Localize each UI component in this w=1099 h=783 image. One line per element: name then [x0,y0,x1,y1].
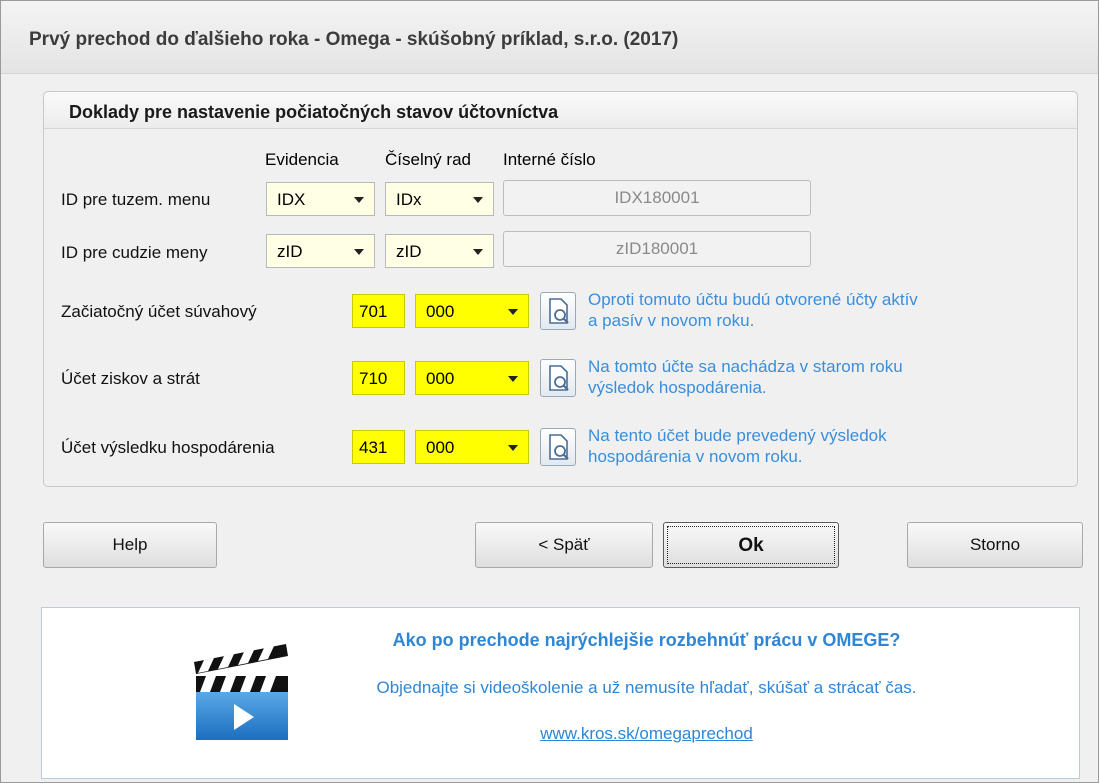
hint-line: Na tomto účte sa nachádza v starom roku [588,357,903,376]
column-header-interne-cislo: Interné číslo [503,150,596,169]
hint-line: Oproti tomuto účtu budú otvorené účty ak… [588,290,918,309]
group-header: Doklady pre nastavenie počiatočných stav… [44,92,1077,129]
promo-subtitle: Objednajte si videoškolenie a už nemusít… [376,678,917,697]
ciselny-rad-value: IDx [396,190,422,209]
ciselny-rad-select-cudzie[interactable]: zID [385,234,494,268]
cancel-button[interactable]: Storno [907,522,1083,568]
synthetic-account-value: 710 [359,369,388,388]
promo-link[interactable]: www.kros.sk/omegaprechod [42,724,1081,744]
synthetic-account-value: 701 [359,302,388,321]
analytic-account-select-zaciatocny[interactable]: 000 [415,294,529,328]
analytic-account-select-vysledok[interactable]: 000 [415,430,529,464]
account-hint-vysledok: Na tento účet bude prevedený výsledok ho… [588,425,1058,467]
account-label-vysledok: Účet výsledku hospodárenia [61,438,275,457]
dropdown-arrow-icon [354,197,364,203]
evidencia-value: zID [277,242,303,261]
promo-panel: Ako po prechode najrýchlejšie rozbehnúť … [41,607,1080,779]
evidencia-select-tuzem[interactable]: IDX [266,182,375,216]
row-label-cudzie-meny: ID pre cudzie meny [61,243,208,262]
synthetic-account-input-zaciatocny[interactable]: 701 [352,294,405,328]
synthetic-account-value: 431 [359,438,388,457]
column-header-evidencia: Evidencia [265,150,339,169]
dropdown-arrow-icon [508,376,518,382]
account-label-zaciatocny: Začiatočný účet súvahový [61,302,257,321]
hint-line: a pasív v novom roku. [588,311,755,330]
back-button[interactable]: < Späť [475,522,653,568]
account-hint-zaciatocny: Oproti tomuto účtu budú otvorené účty ak… [588,289,1058,331]
interne-cislo-field-cudzie: zID180001 [503,231,811,267]
dropdown-arrow-icon [508,445,518,451]
hint-line: hospodárenia v novom roku. [588,447,803,466]
evidencia-value: IDX [277,190,306,209]
analytic-account-select-zisky-straty[interactable]: 000 [415,361,529,395]
evidencia-select-cudzie[interactable]: zID [266,234,375,268]
ok-button-label: Ok [667,526,835,564]
hint-line: výsledok hospodárenia. [588,378,767,397]
title-bar: Prvý prechod do ďalšieho roka - Omega - … [1,1,1098,74]
synthetic-account-input-vysledok[interactable]: 431 [352,430,405,464]
analytic-account-value: 000 [426,438,455,457]
search-document-icon [549,365,569,391]
promo-title: Ako po prechode najrýchlejšie rozbehnúť … [392,630,901,650]
dropdown-arrow-icon [473,249,483,255]
account-hint-zisky-straty: Na tomto účte sa nachádza v starom roku … [588,356,1058,398]
dropdown-arrow-icon [354,249,364,255]
ciselny-rad-value: zID [396,242,422,261]
group-title: Doklady pre nastavenie počiatočných stav… [69,102,559,122]
hint-line: Na tento účet bude prevedený výsledok [588,426,887,445]
synthetic-account-input-zisky-straty[interactable]: 710 [352,361,405,395]
row-label-tuzem-menu: ID pre tuzem. menu [61,190,211,209]
account-lookup-button-zisky-straty[interactable] [540,359,576,397]
help-button[interactable]: Help [43,522,217,568]
dropdown-arrow-icon [473,197,483,203]
ok-button[interactable]: Ok [663,522,839,568]
account-lookup-button-vysledok[interactable] [540,428,576,466]
analytic-account-value: 000 [426,302,455,321]
account-label-zisky-straty: Účet ziskov a strát [61,369,200,388]
account-lookup-button-zaciatocny[interactable] [540,292,576,330]
analytic-account-value: 000 [426,369,455,388]
dialog-window: Prvý prechod do ďalšieho roka - Omega - … [0,0,1099,783]
search-document-icon [549,434,569,460]
column-header-ciselny-rad: Číselný rad [385,150,471,169]
window-title: Prvý prechod do ďalšieho roka - Omega - … [29,29,679,50]
interne-cislo-field-tuzem: IDX180001 [503,180,811,216]
ciselny-rad-select-tuzem[interactable]: IDx [385,182,494,216]
dropdown-arrow-icon [508,309,518,315]
search-document-icon [549,298,569,324]
